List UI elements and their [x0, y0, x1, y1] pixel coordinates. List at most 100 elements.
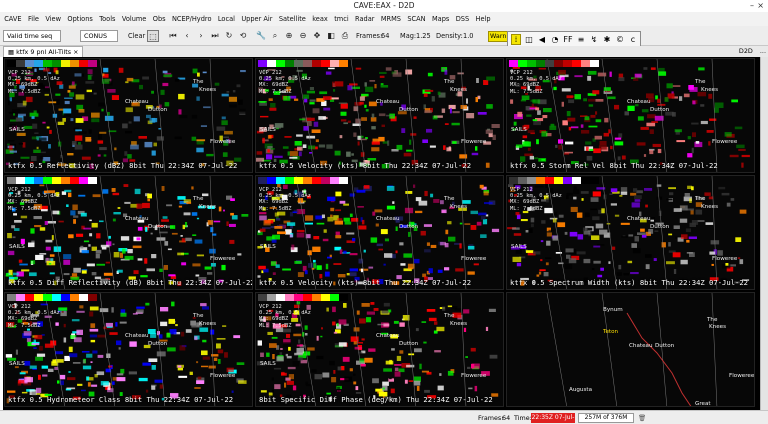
radar-panel-hc[interactable]: VCP 212 0.25 km, 0.5 dAz MX: 69dBZ ML: 7.5d… [4, 292, 253, 407]
tab-label: ktfx 9 pnl All-Tilts [16, 48, 72, 56]
vcp-info-line: ML: 7.5dBZ [510, 205, 543, 212]
speaker-icon[interactable]: ◀ [537, 35, 547, 44]
loop-properties-icon[interactable]: ⟲ [237, 30, 249, 42]
city-label: Teton [603, 329, 619, 335]
color-legend [509, 177, 599, 184]
trash-icon[interactable]: 🗑 [638, 413, 646, 423]
menu-scan[interactable]: SCAN [404, 15, 429, 23]
menu-local[interactable]: Local [215, 15, 238, 23]
select-mode-icon[interactable]: ⬚ [147, 30, 159, 42]
vertical-scrollbar[interactable] [760, 57, 768, 410]
city-label: Floweree [210, 373, 236, 379]
status-frames-label: Frames: [478, 414, 504, 422]
c-icon[interactable]: c [628, 35, 638, 44]
menu-options[interactable]: Options [64, 15, 96, 23]
first-frame-icon[interactable]: ⏮ [167, 30, 179, 42]
color-legend [258, 294, 348, 301]
menu-help[interactable]: Help [472, 15, 493, 23]
track-icon[interactable]: ↯ [589, 35, 599, 44]
radar-panel-cc[interactable]: VCP 212 0.25 km, 0.5 dAz MX: 69dBZ ML: 7.5d… [255, 175, 504, 290]
radar-panel-map[interactable]: Bynum Teton Chateau Dutton The Knees Floweree A… [506, 292, 755, 407]
city-label: Knees [701, 204, 719, 210]
vcp-info: VCP 212 0.25 km, 0.5 dAz MX: 69dBZ ML: 7.5d… [8, 187, 60, 212]
menu-file[interactable]: File [25, 15, 42, 23]
radar-imagery [546, 293, 718, 406]
lines-icon[interactable]: ≡ [576, 35, 586, 44]
menu-dss[interactable]: DSS [453, 15, 473, 23]
perspective-d2d[interactable]: D2D [739, 47, 753, 55]
menu-mrms[interactable]: MRMS [378, 15, 405, 23]
vcp-info: VCP 212 0.25 km, 0.5 dAz MX: 69dBZ ML: 7.5d… [8, 70, 60, 95]
step-forward-icon[interactable]: › [195, 30, 207, 42]
menu-volume[interactable]: Volume [119, 15, 150, 23]
city-label: Dutton [650, 107, 670, 113]
pan-icon[interactable]: ✥ [311, 30, 323, 42]
city-label: Chateau [376, 333, 400, 339]
menu-obs[interactable]: Obs [150, 15, 169, 23]
city-label: Floweree [461, 373, 487, 379]
menu-ncep-hydro[interactable]: NCEP/Hydro [169, 15, 215, 23]
vcp-info-line: ML: 7.5dBZ [510, 88, 543, 95]
ff-icon[interactable]: FF [563, 35, 573, 44]
tab-ktfx-9-panel[interactable]: ▦ ktfx 9 pnl All-Tilts × [3, 46, 84, 57]
magnify-icon[interactable]: ⌕ [269, 30, 281, 42]
time-mode-select[interactable]: Valid time seq [3, 30, 61, 42]
menu-radar[interactable]: Radar [352, 15, 378, 23]
star-icon[interactable]: ✱ [602, 35, 612, 44]
zoom-out-icon[interactable]: ⊖ [297, 30, 309, 42]
vcp-info: VCP 212 0.25 km, 0.5 dAz MX: 69dBZ ML: 7.5d… [510, 70, 562, 95]
frames-value[interactable]: 64 [381, 29, 389, 43]
vcp-info: VCP 212 0.25 km, 0.5 dAz MX: 69dBZ ML: 7.5d… [259, 304, 311, 329]
vcp-info: VCP 212 0.25 km, 0.5 dAz MX: 69dBZ ML: 7.5d… [510, 187, 562, 212]
print-icon[interactable]: ⎙ [339, 30, 351, 42]
circle-c-icon[interactable]: © [615, 35, 625, 44]
image-properties-icon[interactable]: ◧ [325, 30, 337, 42]
step-back-icon[interactable]: ‹ [181, 30, 193, 42]
city-label: Augusta [569, 387, 593, 393]
radar-panel-reflectivity[interactable]: VCP 212 0.25 km, 0.5 dAz MX: 69dBZ ML: 7.5d… [4, 58, 253, 173]
radar-panel-velocity[interactable]: VCP 212 0.25 km, 0.5 dAz MX: 69dBZ ML: 7.5d… [255, 58, 504, 173]
city-label: Dutton [148, 224, 168, 230]
menu-keax[interactable]: keax [309, 15, 331, 23]
grip-icon[interactable]: ⁞ [511, 33, 521, 45]
radar-panel-zdr[interactable]: VCP 212 0.25 km, 0.5 dAz MX: 69dBZ ML: 7.5d… [4, 175, 253, 290]
city-label: The [193, 313, 204, 319]
city-label: Floweree [210, 139, 236, 145]
radar-panel-srv[interactable]: VCP 212 0.25 km, 0.5 dAz MX: 69dBZ ML: 7.5d… [506, 58, 755, 173]
cursor-icon[interactable]: ◫ [524, 35, 534, 44]
city-label: The [193, 79, 204, 85]
menu-satellite[interactable]: Satellite [276, 15, 309, 23]
radar-panel-kdp[interactable]: VCP 212 0.25 km, 0.5 dAz MX: 69dBZ ML: 7.5d… [255, 292, 504, 407]
clear-button[interactable]: Clear [128, 29, 145, 43]
color-legend [7, 60, 97, 67]
menu-view[interactable]: View [42, 15, 64, 23]
time-icon[interactable]: ◔ [550, 35, 560, 44]
minimize-icon[interactable]: – [750, 1, 754, 11]
zoom-in-icon[interactable]: ⊕ [283, 30, 295, 42]
warngen-button[interactable]: Warn [488, 31, 508, 42]
menu-upper-air[interactable]: Upper Air [238, 15, 276, 23]
perspective-more[interactable]: ... [760, 47, 766, 55]
menu-cave[interactable]: CAVE [1, 15, 25, 23]
city-label: Dutton [399, 224, 419, 230]
menu-tmci[interactable]: tmci [331, 15, 352, 23]
scale-select[interactable]: CONUS [80, 30, 118, 42]
panel-product-label: ktfx 0.5 Hydrometeor Class 8bit Thu 22:3… [8, 395, 234, 404]
radar-panel-sw[interactable]: VCP 212 0.25 km, 0.5 dAz MX: 69dBZ ML: 7.5d… [506, 175, 755, 290]
city-label: SAILS [9, 127, 25, 133]
menu-maps[interactable]: Maps [429, 15, 453, 23]
close-icon[interactable]: × [757, 1, 764, 11]
loop-icon[interactable]: ↻ [223, 30, 235, 42]
menu-tools[interactable]: Tools [96, 15, 119, 23]
city-label: Floweree [461, 139, 487, 145]
city-label: The [695, 196, 706, 202]
last-frame-icon[interactable]: ⏭ [209, 30, 221, 42]
city-label: The [695, 79, 706, 85]
perspective-switcher[interactable]: D2D ... [734, 47, 766, 56]
city-label: Chateau [125, 99, 149, 105]
nine-panel-display[interactable]: VCP 212 0.25 km, 0.5 dAz MX: 69dBZ ML: 7.5d… [3, 57, 760, 410]
sample-icon[interactable]: 🔧 [255, 30, 267, 42]
mag-value[interactable]: 1.25 [416, 29, 431, 43]
density-value[interactable]: 1.0 [463, 29, 474, 43]
panel-product-label: ktfx 0.5 Reflectivity (dBZ) 8bit Thu 22:… [8, 161, 238, 170]
